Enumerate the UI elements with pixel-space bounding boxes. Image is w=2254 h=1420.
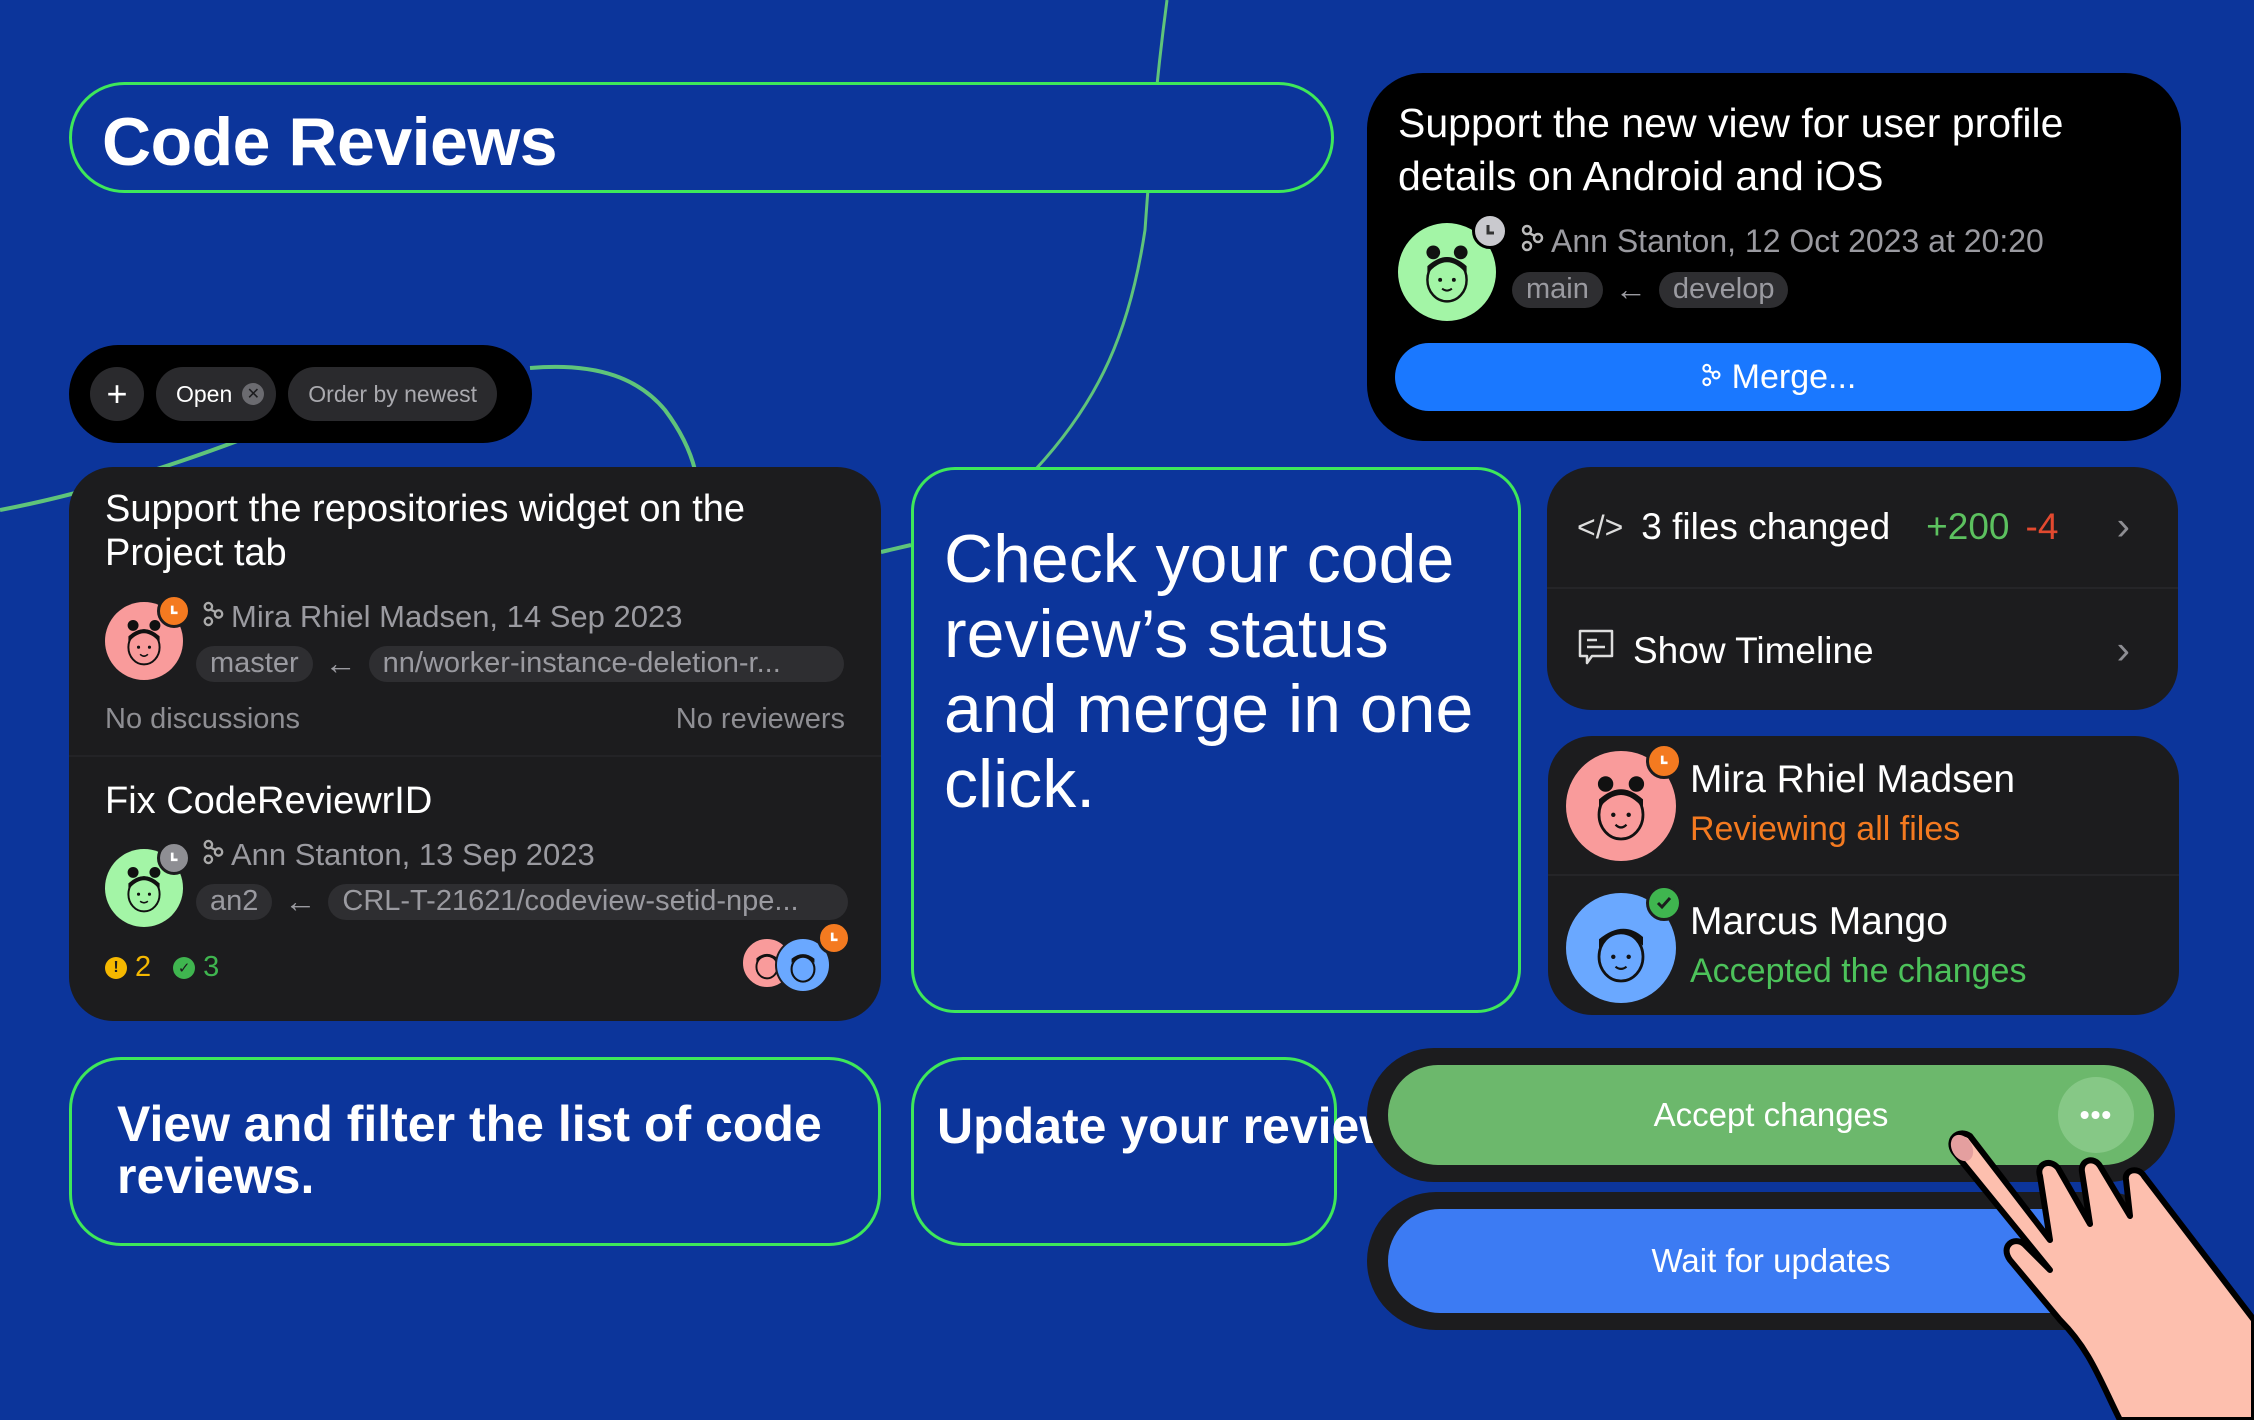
changes-card: </> 3 files changed +200 -4 › Show Timel… bbox=[1547, 467, 2178, 710]
review-stats: ! 2 ✓ 3 bbox=[105, 951, 219, 984]
curve-top bbox=[1033, 0, 1169, 472]
discussions-count: No discussions bbox=[105, 703, 301, 735]
target-branch: an2 bbox=[196, 883, 273, 920]
curve-filter bbox=[529, 364, 697, 471]
additions-count: +200 bbox=[1926, 506, 2010, 547]
files-changed-label: 3 files changed bbox=[1641, 506, 1891, 547]
check-icon bbox=[1646, 885, 1682, 921]
accept-label: Accept changes bbox=[1653, 1096, 1889, 1133]
author-date: Ann Stanton, 12 Oct 2023 at 20:20 bbox=[1551, 223, 2044, 259]
arrow-left-icon: ← bbox=[324, 645, 357, 681]
list-item[interactable]: Support the repositories widget on the P… bbox=[69, 467, 881, 757]
reviewer-name: Mira Rhiel Madsen bbox=[1690, 758, 2016, 801]
author-avatar bbox=[105, 594, 191, 680]
reviewers-card: Mira Rhiel Madsen Reviewing all files Ma… bbox=[1548, 736, 2179, 1015]
author-date: Mira Rhiel Madsen, 14 Sep 2023 bbox=[231, 599, 683, 634]
target-branch: master bbox=[196, 645, 313, 682]
callout-view-filter: View and filter the list of code reviews… bbox=[69, 1057, 881, 1246]
check-circle-icon: ✓ bbox=[173, 956, 196, 979]
merge-label: Merge... bbox=[1731, 357, 1857, 396]
filter-chip-label: Open bbox=[176, 380, 233, 407]
author-date: Ann Stanton, 13 Sep 2023 bbox=[231, 837, 595, 872]
arrow-left-icon: ← bbox=[284, 883, 317, 919]
curve-mid bbox=[880, 543, 912, 554]
merge-card: Support the new view for user profile de… bbox=[1367, 73, 2181, 441]
show-timeline-row[interactable]: Show Timeline › bbox=[1547, 591, 2178, 710]
merge-card-meta: Ann Stanton, 12 Oct 2023 at 20:20 bbox=[1519, 223, 2044, 260]
branch-icon bbox=[201, 837, 225, 873]
branch-icon bbox=[1519, 223, 1545, 260]
show-timeline-label: Show Timeline bbox=[1633, 629, 1874, 671]
review-title: Fix CodeReviewrID bbox=[105, 780, 433, 822]
chevron-right-icon: › bbox=[2116, 504, 2130, 549]
source-branch: develop bbox=[1658, 271, 1789, 308]
sort-chip-label: Order by newest bbox=[308, 380, 478, 407]
reviewer-status: Reviewing all files bbox=[1690, 810, 1961, 848]
reviewer-status: Accepted the changes bbox=[1690, 952, 2027, 990]
target-branch: main bbox=[1512, 271, 1603, 308]
branch-pair: master ← nn/worker-instance-deletion-r..… bbox=[196, 645, 844, 682]
filter-bar: + Open ✕ Order by newest bbox=[69, 345, 532, 443]
callout-text: Check your code review’s status and merg… bbox=[944, 521, 1474, 822]
clock-icon bbox=[817, 921, 851, 955]
sort-chip[interactable]: Order by newest bbox=[288, 367, 498, 421]
deletions-count: -4 bbox=[2025, 506, 2059, 547]
approvals-count: 3 bbox=[203, 951, 220, 983]
code-icon: </> bbox=[1577, 508, 1624, 545]
branch-pair: an2 ← CRL-T-21621/codeview-setid-npe... bbox=[196, 883, 849, 920]
merge-card-title: Support the new view for user profile de… bbox=[1398, 100, 2064, 199]
chevron-right-icon: › bbox=[2116, 628, 2130, 672]
title-box: Code Reviews bbox=[69, 82, 1334, 193]
wait-label: Wait for updates bbox=[1651, 1242, 1891, 1279]
review-meta: Mira Rhiel Madsen, 14 Sep 2023 bbox=[201, 599, 682, 635]
source-branch: CRL-T-21621/codeview-setid-npe... bbox=[328, 883, 849, 920]
author-avatar bbox=[105, 841, 191, 927]
add-filter-button[interactable]: + bbox=[90, 367, 144, 421]
warnings-count: 2 bbox=[135, 951, 152, 983]
source-branch: nn/worker-instance-deletion-r... bbox=[368, 645, 844, 682]
code-review-list: Support the repositories widget on the P… bbox=[69, 467, 881, 1021]
merge-icon bbox=[1700, 358, 1722, 397]
comment-icon bbox=[1577, 628, 1615, 673]
files-changed-row[interactable]: </> 3 files changed +200 -4 › bbox=[1547, 467, 2178, 589]
reviewer-avatar bbox=[1566, 885, 1682, 1003]
reviewer-name: Marcus Mango bbox=[1690, 900, 1948, 943]
reviewer-row[interactable]: Marcus Mango Accepted the changes bbox=[1548, 878, 2179, 1015]
callout-text: View and filter the list of code reviews… bbox=[117, 1096, 822, 1204]
review-meta: Ann Stanton, 13 Sep 2023 bbox=[201, 837, 595, 873]
clock-icon bbox=[157, 594, 191, 628]
page-title: Code Reviews bbox=[102, 104, 558, 180]
reviewer-avatars bbox=[741, 921, 851, 993]
clock-icon bbox=[157, 841, 191, 875]
reviewer-avatar bbox=[1566, 743, 1682, 861]
remove-filter-icon[interactable]: ✕ bbox=[242, 383, 265, 405]
merge-button[interactable]: Merge... bbox=[1395, 343, 2161, 411]
reviewers-count: No reviewers bbox=[675, 703, 845, 735]
arrow-left-icon: ← bbox=[1614, 271, 1647, 307]
author-avatar bbox=[1398, 213, 1508, 321]
review-title: Support the repositories widget on the P… bbox=[105, 488, 746, 574]
branch-icon bbox=[201, 599, 225, 635]
branch-pair: main ← develop bbox=[1512, 271, 1789, 308]
clock-icon bbox=[1472, 213, 1508, 249]
clock-icon bbox=[1646, 743, 1682, 779]
plus-icon: + bbox=[106, 373, 128, 414]
callout-check-status: Check your code review’s status and merg… bbox=[911, 467, 1521, 1013]
filter-chip-open[interactable]: Open ✕ bbox=[156, 367, 277, 421]
reviewer-row[interactable]: Mira Rhiel Madsen Reviewing all files bbox=[1548, 736, 2179, 876]
warning-icon: ! bbox=[105, 956, 127, 979]
callout-update-status: Update your review’s status. bbox=[911, 1057, 1613, 1246]
pointing-hand-illustration bbox=[1948, 1130, 2254, 1420]
list-item[interactable]: Fix CodeReviewrID Ann Stanton, 13 Sep 20… bbox=[69, 759, 881, 1021]
